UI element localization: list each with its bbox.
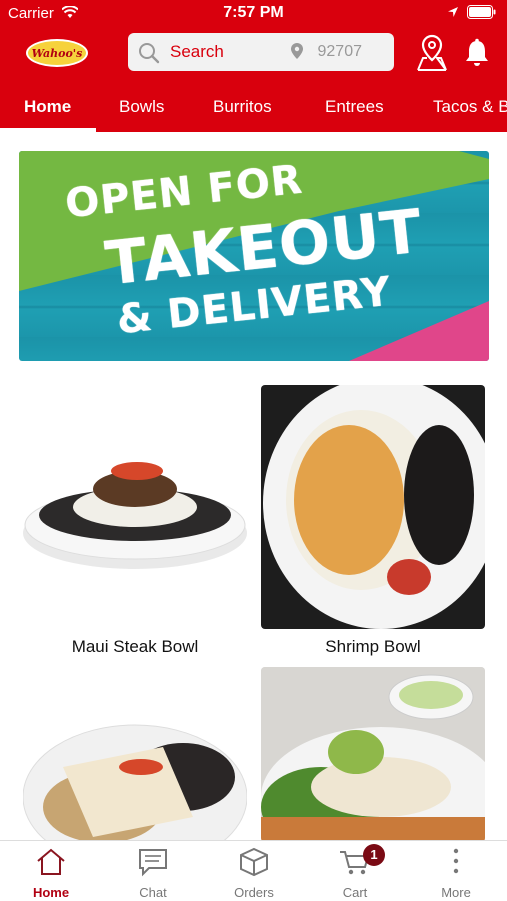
app-header: Wahoo's Search 92707 — [0, 28, 507, 82]
zip-pin-icon — [291, 43, 303, 59]
zip-code[interactable]: 92707 — [318, 43, 363, 61]
logo-text: Wahoo's — [31, 46, 83, 60]
tabbar-home[interactable]: Home — [11, 841, 91, 901]
cart-count-badge: 1 — [363, 844, 385, 866]
bottom-tab-bar: Home Chat Orders Cart More — [0, 840, 507, 901]
tabbar-cart-label: Cart — [342, 885, 368, 900]
active-tab-indicator — [0, 128, 96, 132]
tab-entrees[interactable]: Entrees — [325, 97, 384, 117]
item-label[interactable]: Shrimp Bowl — [258, 637, 488, 657]
tab-burritos[interactable]: Burritos — [213, 97, 272, 117]
tabbar-more-label: More — [441, 885, 471, 900]
map-pin-icon[interactable] — [414, 34, 450, 72]
tabbar-orders[interactable]: Orders — [214, 841, 294, 901]
item-image-3[interactable] — [23, 667, 247, 842]
salad-plate-illustration — [261, 667, 485, 842]
shrimp-bowl-image[interactable] — [261, 385, 485, 629]
fish-bowl-illustration — [23, 724, 247, 842]
bell-icon[interactable] — [464, 38, 490, 68]
item-image-4[interactable] — [261, 667, 485, 842]
tab-tacos[interactable]: Tacos & B — [433, 97, 507, 117]
tabbar-chat-label: Chat — [139, 885, 167, 900]
box-icon — [240, 847, 268, 877]
search-placeholder: Search — [170, 42, 224, 61]
maui-steak-bowl-image[interactable] — [23, 385, 247, 629]
chat-icon — [139, 849, 167, 877]
home-icon — [37, 848, 65, 875]
more-icon — [453, 848, 459, 874]
status-bar: Carrier 7:57 PM — [0, 0, 507, 28]
shrimp-bowl-illustration — [263, 385, 485, 629]
clock: 7:57 PM — [223, 4, 284, 21]
battery-icon — [467, 5, 496, 19]
category-tabs: Home Bowls Burritos Entrees Tacos & B — [0, 82, 507, 132]
location-arrow-icon — [448, 7, 458, 17]
tabbar-chat[interactable]: Chat — [113, 841, 193, 901]
search-icon — [139, 43, 160, 64]
item-label[interactable]: Maui Steak Bowl — [20, 637, 250, 657]
promo-banner[interactable]: OPEN FOR TAKEOUT & DELIVERY — [19, 151, 489, 361]
tabbar-home-label: Home — [32, 885, 70, 900]
tab-bowls[interactable]: Bowls — [119, 97, 164, 117]
tabbar-orders-label: Orders — [234, 885, 274, 900]
tabbar-more[interactable]: More — [416, 841, 496, 901]
search-bar[interactable]: Search 92707 — [128, 33, 394, 71]
tab-home[interactable]: Home — [24, 97, 71, 117]
brand-logo[interactable]: Wahoo's — [26, 39, 88, 67]
steak-bowl-illustration — [23, 462, 247, 569]
